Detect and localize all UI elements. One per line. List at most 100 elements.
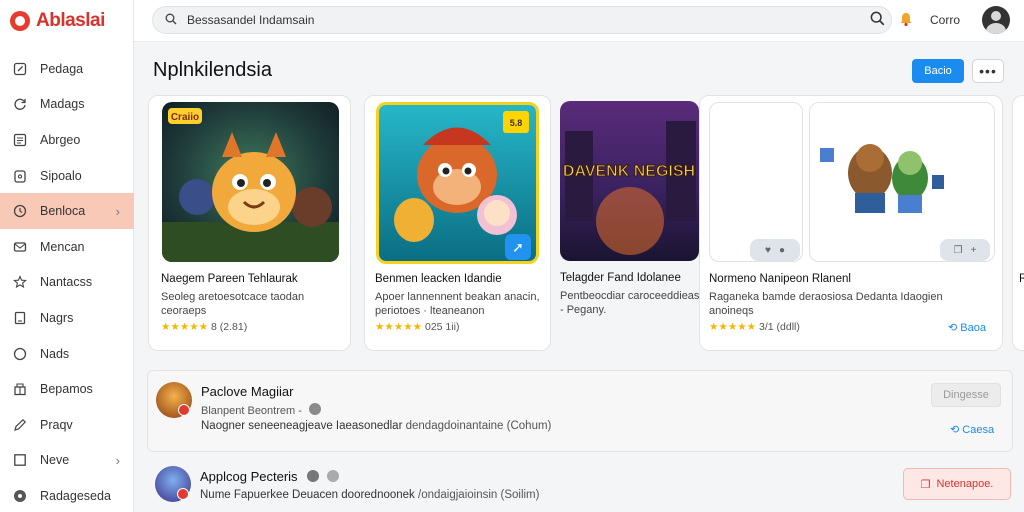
card-art-label: Craiio (171, 112, 199, 123)
open-button[interactable]: ➚ (505, 234, 531, 260)
card-art-text: DAVENK NEGISH (563, 163, 695, 180)
row-link-action[interactable]: ⟲ Caesa (950, 423, 994, 436)
more-options-button[interactable]: ••• (972, 59, 1004, 83)
disc-icon (12, 488, 28, 504)
app-card[interactable]: Craiio Naegem Pareen Tehlaurak Seoleg ar… (148, 95, 351, 351)
list-item[interactable]: Paclove Magiiar Blanpent Beontrem - Naog… (147, 370, 1013, 452)
info-icon[interactable] (308, 403, 321, 415)
sidebar-item-mencan[interactable]: Mencan (0, 229, 134, 265)
card-description: Raganeka bamde deraosiosa Dedanta Idaogi… (709, 291, 943, 317)
pen-icon (12, 417, 28, 433)
game-illustration: Craiio (162, 102, 339, 262)
search-input[interactable] (187, 13, 847, 27)
sidebar-item-abrgeo[interactable]: Abrgeo (0, 122, 134, 158)
card-rating: ★★★★★ 025 1ii) (375, 321, 459, 333)
app-window: Ablaslai Pedaga Madags Abrgeo Sipoalo Be… (0, 0, 1024, 512)
star-rating-icon: ★★★★★ (161, 321, 209, 333)
top-bar: Corro (134, 0, 1024, 42)
card-artwork[interactable]: ❐ + (809, 102, 995, 262)
star-rating-icon: ★★★★★ (709, 321, 757, 333)
copy-icon[interactable]: ❐ (954, 245, 963, 256)
sidebar-item-benloca[interactable]: Benloca › (0, 193, 134, 229)
game-illustration: DAVENK NEGISH (560, 101, 699, 261)
app-card[interactable]: ♥ ● ❐ + Normeno Nanipeon Rlanenl Raganek… (699, 95, 1003, 351)
list-icon (12, 132, 28, 148)
rating-text: 8 (2.81) (211, 321, 248, 333)
list-item[interactable]: Applcog Pecteris Nume Fapuerkee Deuacen … (147, 458, 1013, 512)
sidebar-nav: Pedaga Madags Abrgeo Sipoalo Benloca › M… (0, 51, 134, 512)
sidebar: Ablaslai Pedaga Madags Abrgeo Sipoalo Be… (0, 0, 134, 512)
media-controls[interactable]: ❐ + (940, 239, 990, 261)
sidebar-item-nads[interactable]: Nads (0, 336, 134, 372)
search-bar[interactable] (152, 6, 892, 34)
sidebar-item-label: Radageseda (40, 488, 111, 503)
dot-icon[interactable]: ● (779, 245, 785, 256)
avatar[interactable] (982, 6, 1010, 34)
row-link[interactable]: /ondaigjaioinsin (Soilim) (418, 489, 539, 501)
card-description: Apoer lannennent beakan anacin, periotoe… (375, 291, 540, 317)
app-logo[interactable]: Ablaslai (10, 8, 105, 34)
sidebar-item-praqv[interactable]: Praqv (0, 407, 134, 443)
settings-icon[interactable] (326, 470, 339, 482)
circle-icon (12, 346, 28, 362)
sidebar-item-neve[interactable]: Neve › (0, 443, 134, 479)
app-card[interactable]: 5.8 ➚ Benmen leacken Idandie Apoer lanne… (364, 95, 551, 351)
refresh-icon: ⟲ (950, 424, 960, 436)
box-icon (12, 381, 28, 397)
status-badge (177, 488, 189, 500)
row-title: Applcog Pecteris (200, 469, 339, 484)
clock-icon (12, 203, 28, 219)
app-card-partial[interactable]: R (1012, 95, 1024, 351)
sidebar-item-label: Nads (40, 346, 70, 361)
copy-icon: ❐ (920, 478, 931, 491)
document-icon (12, 310, 28, 326)
sidebar-item-radageseda[interactable]: Radageseda (0, 478, 134, 512)
sidebar-item-sipoalo[interactable]: Sipoalo (0, 158, 134, 194)
info-icon[interactable] (307, 470, 320, 482)
disabled-button[interactable]: Dingesse (931, 383, 1001, 407)
arrow-icon: ➚ (512, 238, 524, 255)
sidebar-item-label: Nantacss (40, 275, 93, 290)
danger-button[interactable]: ❐ Netenapoe. (903, 468, 1011, 500)
user-name[interactable]: Corro (930, 13, 960, 27)
logo-text: Ablaslai (36, 10, 105, 31)
card-description: Seoleg aretoesotcace taodan ceoraeps (161, 291, 305, 317)
sidebar-item-label: Benloca (40, 204, 86, 219)
sidebar-item-nantacss[interactable]: Nantacss (0, 265, 134, 301)
card-artwork[interactable]: DAVENK NEGISH (560, 101, 699, 261)
chevron-right-icon: › (115, 203, 120, 219)
sidebar-item-madags[interactable]: Madags (0, 87, 134, 123)
card-artwork-placeholder[interactable]: ♥ ● (709, 102, 803, 262)
rating-text: 025 1ii) (425, 321, 460, 333)
sidebar-item-label: Madags (40, 97, 85, 112)
page-title: Nplnkilendsia (153, 59, 272, 81)
sidebar-item-label: Pedaga (40, 61, 84, 76)
bell-icon[interactable] (898, 11, 914, 27)
sidebar-item-label: Nagrs (40, 310, 74, 325)
star-icon (12, 274, 28, 290)
row-link[interactable]: dendagdoinantaine (Cohum) (406, 420, 552, 432)
sidebar-item-pedaga[interactable]: Pedaga (0, 51, 134, 87)
sidebar-item-label: Neve (40, 453, 70, 468)
card-rating: ★★★★★ 3/1 (ddll) (709, 321, 800, 333)
card-artwork[interactable]: Craiio (162, 102, 339, 262)
card-link-action[interactable]: ⟲ Baoa (948, 321, 986, 334)
mail-icon (12, 239, 28, 255)
status-badge (178, 404, 190, 416)
card-rating: ★★★★★ 8 (2.81) (161, 321, 247, 333)
edit-icon (12, 61, 28, 77)
clipboard-icon (12, 168, 28, 184)
card-title: R (1019, 273, 1024, 285)
sidebar-item-bepamos[interactable]: Bepamos (0, 371, 134, 407)
media-controls[interactable]: ♥ ● (750, 239, 800, 261)
sidebar-item-nagrs[interactable]: Nagrs (0, 300, 134, 336)
app-card[interactable]: DAVENK NEGISH Telagder Fand Idolanee Pen… (552, 95, 702, 351)
heart-icon[interactable]: ♥ (765, 245, 771, 256)
primary-button[interactable]: Bacio (912, 59, 964, 83)
refresh-icon: ⟲ (948, 322, 958, 334)
search-icon[interactable] (870, 11, 885, 30)
sidebar-item-label: Mencan (40, 239, 85, 254)
chevron-right-icon: › (115, 452, 120, 468)
row-description: Nume Fapuerkee Deuacen doorednoonek /ond… (200, 489, 540, 501)
plus-icon[interactable]: + (971, 245, 977, 256)
